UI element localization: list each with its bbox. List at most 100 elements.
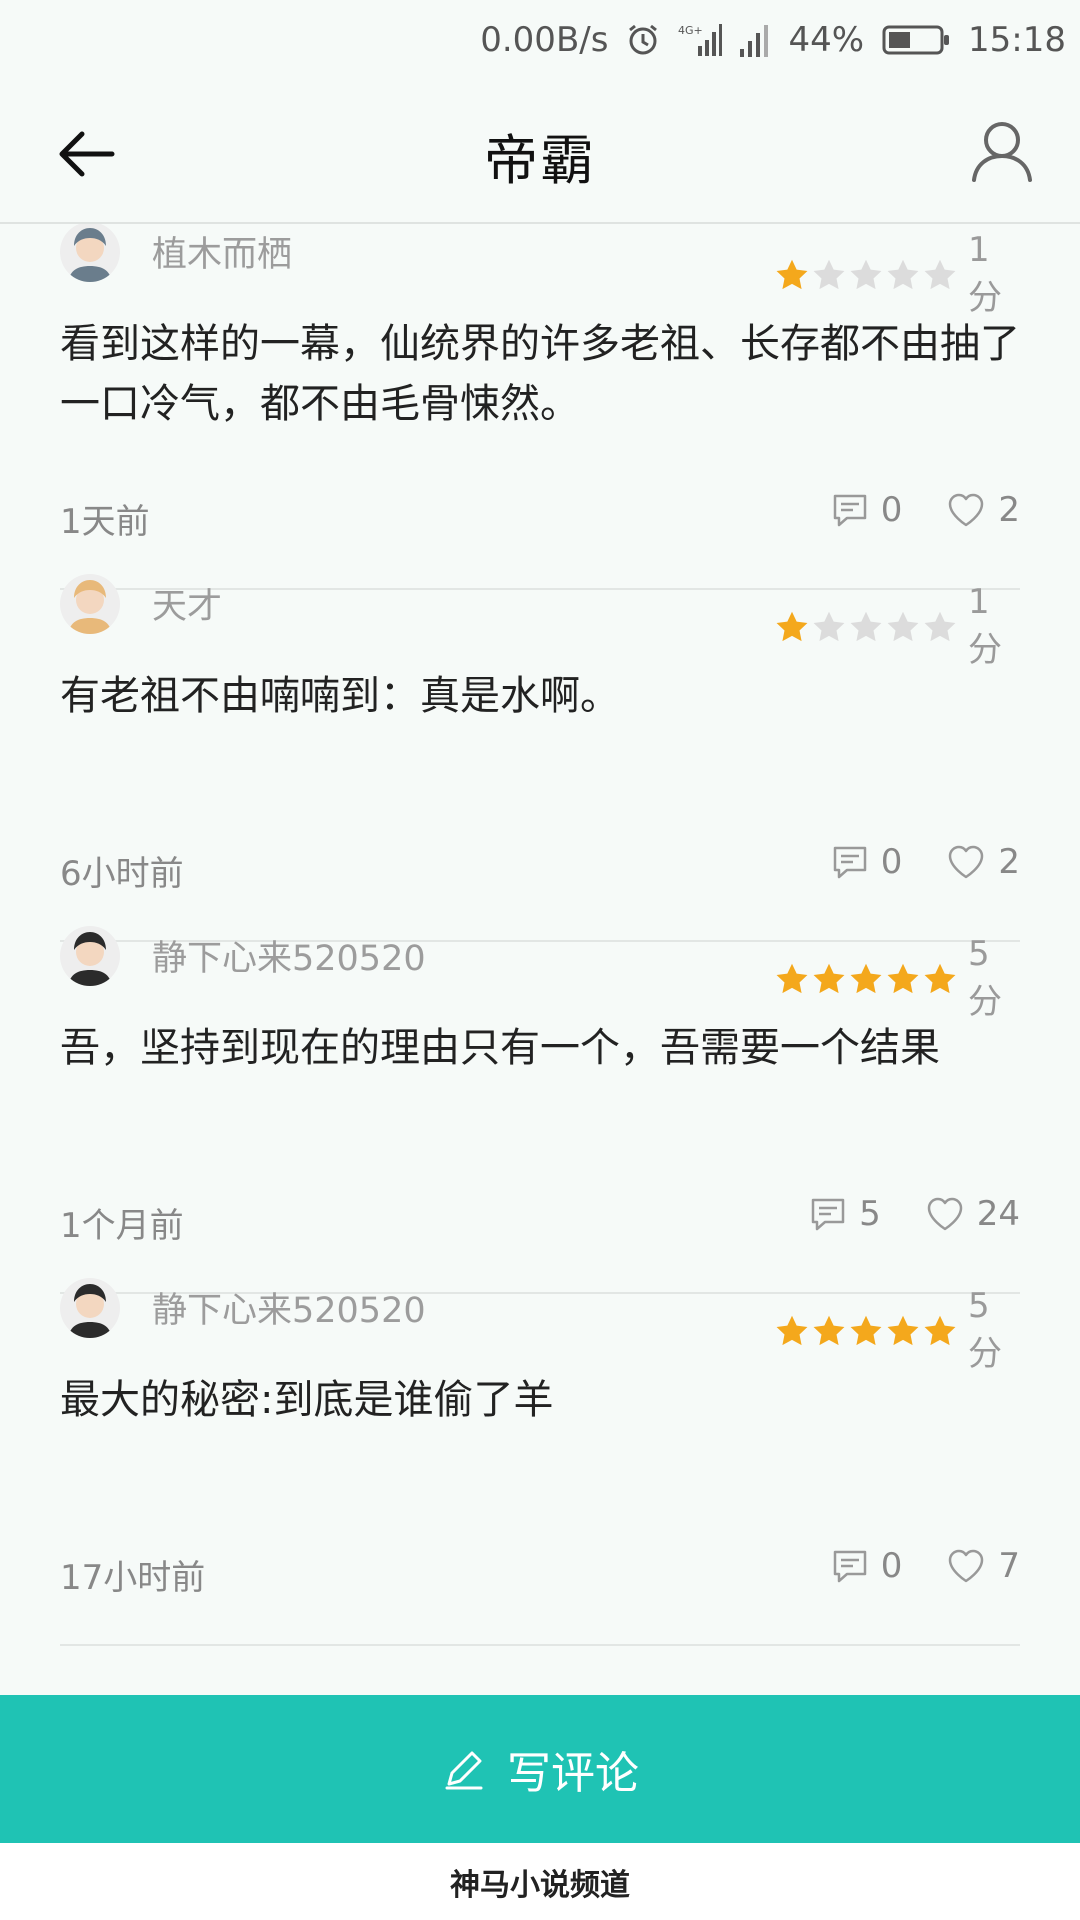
like-button[interactable]: 7 [946,1546,1020,1586]
comment-icon [833,494,866,527]
write-review-label: 写评论 [507,1748,639,1799]
comment-count: 0 [880,842,903,882]
review-actions: 07 [787,1546,1020,1586]
page-title: 帝霸 [484,129,596,192]
battery-percent: 44% [788,20,865,60]
svg-text:4G+: 4G+ [678,24,703,37]
comment-icon [833,846,866,879]
comment-count: 0 [880,490,903,530]
review-content[interactable]: 看到这样的一幕，仙统界的许多老祖、长存都不由抽了一口冷气，都不由毛骨悚然。 [60,314,1020,434]
review-username[interactable]: 静下心来520520 [152,1282,426,1333]
avatar-icon [60,574,120,634]
comment-count: 0 [880,1546,903,1586]
star-rating [773,1313,958,1349]
app-header: 帝霸 [0,80,1080,224]
comment-button[interactable]: 0 [831,490,903,530]
review-content[interactable]: 吾，坚持到现在的理由只有一个，吾需要一个结果 [60,1018,1020,1078]
heart-icon [949,493,984,527]
comment-icon [833,1550,866,1583]
star-rating [773,257,958,293]
star-empty-icon [924,611,956,641]
review-rating: 1分 [773,230,1020,319]
review-time: 17小时前 [60,1558,206,1598]
star-filled-icon [924,1315,956,1345]
star-filled-icon [776,963,808,993]
review-time: 6小时前 [60,854,184,894]
user-profile-button[interactable] [968,116,1036,184]
comment-button[interactable]: 5 [809,1194,881,1234]
avatar-icon [60,926,120,986]
heart-icon [949,845,984,879]
avatar-icon [60,224,120,282]
review-score: 1分 [968,230,1002,318]
comment-button[interactable]: 0 [831,1546,903,1586]
clock-time: 15:18 [968,20,1066,60]
review-list[interactable]: 植木而栖 1分 看到这样的一幕，仙统界的许多老祖、长存都不由抽了一口冷气，都不由毛骨… [0,224,1080,1694]
review-score: 5分 [968,1286,1002,1374]
review-username[interactable]: 植木而栖 [152,226,292,277]
star-empty-icon [813,611,845,641]
review-time: 1个月前 [60,1206,184,1246]
review-item[interactable]: 静下心来520520 5分 吾，坚持到现在的理由只有一个，吾需要一个结果 1个月前 5 2… [60,920,1020,1294]
like-count: 2 [998,842,1020,882]
review-content[interactable]: 有老祖不由喃喃到：真是水啊。 [60,666,1020,726]
like-count: 2 [998,490,1020,530]
signal-icon [740,23,770,57]
star-filled-icon [776,259,808,289]
review-actions: 02 [787,490,1020,530]
heart-icon [927,1197,962,1231]
footer-brand: 神马小说频道 [0,1843,1080,1920]
avatar[interactable] [60,574,120,634]
avatar[interactable] [60,224,120,282]
star-empty-icon [850,611,882,641]
star-filled-icon [924,963,956,993]
like-button[interactable]: 24 [925,1194,1020,1234]
star-filled-icon [887,963,919,993]
signal-4g-icon: 4G+ [678,22,723,58]
review-score: 1分 [968,582,1002,670]
divider [60,1644,1020,1646]
review-item[interactable]: 天才 1分 有老祖不由喃喃到：真是水啊。 6小时前 0 2 [60,568,1020,942]
avatar[interactable] [60,1278,120,1338]
review-username[interactable]: 天才 [152,578,222,629]
star-filled-icon [776,1315,808,1345]
review-rating: 5分 [773,1286,1020,1375]
review-content[interactable]: 最大的秘密:到底是谁偷了羊 [60,1370,1020,1430]
star-filled-icon [813,1315,845,1345]
review-item[interactable]: 静下心来520520 5分 最大的秘密:到底是谁偷了羊 17小时前 0 7 [60,1272,1020,1646]
star-filled-icon [887,1315,919,1345]
like-count: 7 [998,1546,1020,1586]
write-review-button[interactable]: 写评论 [0,1695,1080,1843]
review-time: 1天前 [60,502,150,542]
review-score: 5分 [968,934,1002,1022]
star-filled-icon [776,611,808,641]
footer-label: 神马小说频道 [450,1867,630,1903]
review-rating: 1分 [773,582,1020,671]
star-rating [773,961,958,997]
review-item[interactable]: 植木而栖 1分 看到这样的一幕，仙统界的许多老祖、长存都不由抽了一口冷气，都不由毛骨… [60,224,1020,590]
review-actions: 5 24 [765,1194,1020,1234]
star-empty-icon [850,259,882,289]
review-rating: 5分 [773,934,1020,1023]
like-button[interactable]: 2 [946,842,1020,882]
alarm-icon [626,23,660,57]
like-button[interactable]: 2 [946,490,1020,530]
comment-icon [811,1198,845,1231]
star-filled-icon [813,963,845,993]
like-count: 24 [976,1194,1020,1234]
star-filled-icon [850,1315,882,1345]
review-actions: 02 [787,842,1020,882]
star-empty-icon [813,259,845,289]
comment-count: 5 [859,1194,881,1234]
avatar-icon [60,1278,120,1338]
star-empty-icon [887,611,919,641]
avatar[interactable] [60,926,120,986]
battery-icon [882,24,950,56]
pencil-icon [445,1751,483,1790]
heart-icon [949,1549,984,1583]
review-username[interactable]: 静下心来520520 [152,930,426,981]
star-rating [773,609,958,645]
status-bar: 0.00B/s 4G+ 44% 15:18 [0,0,1080,80]
net-speed: 0.00B/s [480,20,609,60]
comment-button[interactable]: 0 [831,842,903,882]
